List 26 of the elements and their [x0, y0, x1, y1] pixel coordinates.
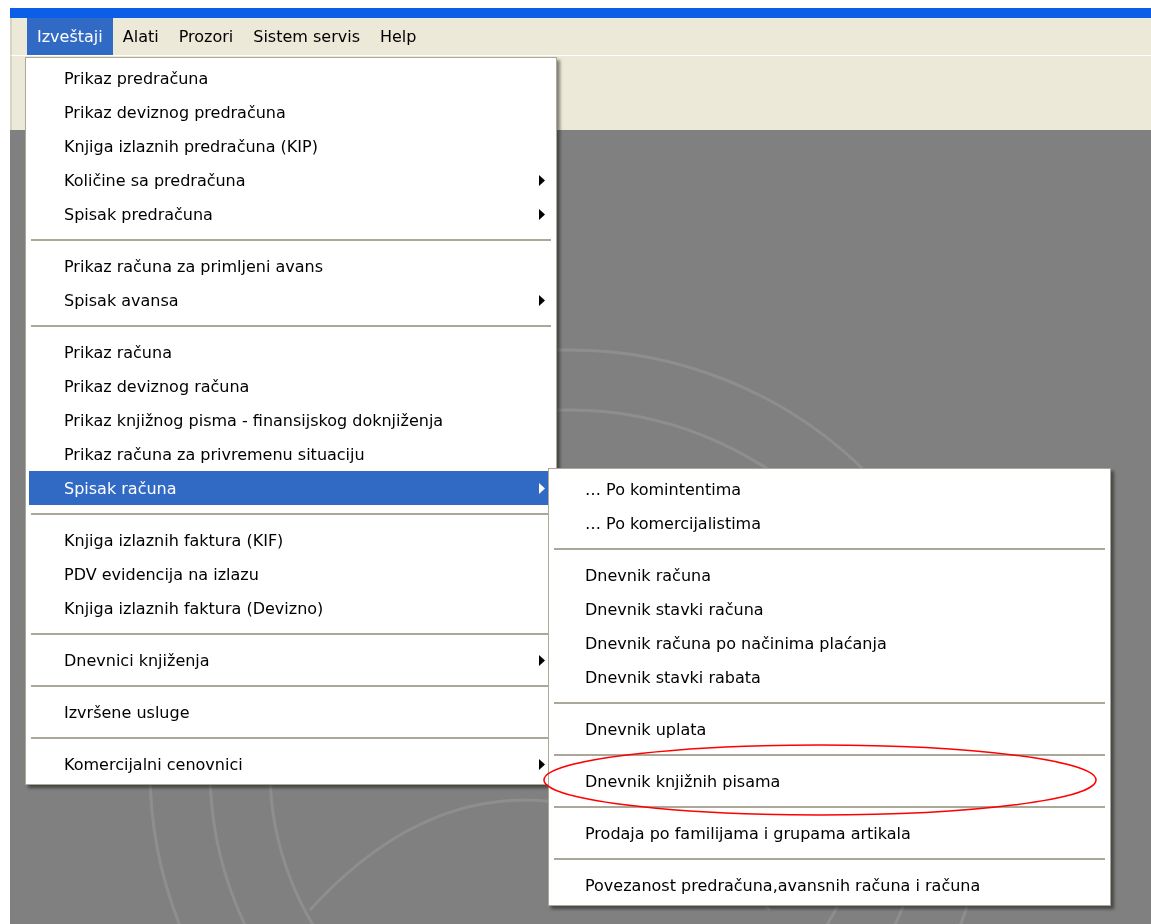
- menu-item[interactable]: Spisak predračuna: [29, 197, 553, 231]
- menu-item[interactable]: Knjiga izlaznih predračuna (KIP): [29, 129, 553, 163]
- menu-item[interactable]: … Po komintentima: [552, 472, 1107, 506]
- menu-item[interactable]: Prikaz knjižnog pisma - finansijskog doknjiženja: [29, 403, 553, 437]
- menu-item[interactable]: Prikaz računa: [29, 335, 553, 369]
- menu-item[interactable]: Prikaz deviznog računa: [29, 369, 553, 403]
- menu-bar-item[interactable]: Alati: [112, 18, 169, 55]
- menu-item[interactable]: Povezanost predračuna,avansnih računa i računa: [552, 868, 1107, 902]
- menu-item[interactable]: … Po komercijalistima: [552, 506, 1107, 540]
- menu-bar-item[interactable]: Help: [370, 18, 427, 55]
- menu-item[interactable]: Prikaz računa za privremenu situaciju: [29, 437, 553, 471]
- menu-item[interactable]: Količine sa predračuna: [29, 163, 553, 197]
- menu-bar-item[interactable]: Sistem servis: [243, 18, 370, 55]
- menu-item[interactable]: Prikaz računa za primljeni avans: [29, 249, 553, 283]
- menu-item[interactable]: Dnevnik uplata: [552, 712, 1107, 746]
- menu-bar-item[interactable]: Prozori: [168, 18, 244, 55]
- menu-item[interactable]: Prikaz deviznog predračuna: [29, 95, 553, 129]
- menu-item[interactable]: Dnevnik računa po načinima plaćanja: [552, 626, 1107, 660]
- menu-item[interactable]: Prodaja po familijama i grupama artikala: [552, 816, 1107, 850]
- menu-item[interactable]: Dnevnik stavki računa: [552, 592, 1107, 626]
- menu-item[interactable]: Dnevnik knjižnih pisama: [552, 764, 1107, 798]
- menu-item[interactable]: Prikaz predračuna: [29, 61, 553, 95]
- menu-item[interactable]: Dnevnik stavki rabata: [552, 660, 1107, 694]
- menu-item[interactable]: Dnevnik računa: [552, 558, 1107, 592]
- menu-item[interactable]: Spisak avansa: [29, 283, 553, 317]
- menu-bar-item[interactable]: Izveštaji: [27, 18, 113, 55]
